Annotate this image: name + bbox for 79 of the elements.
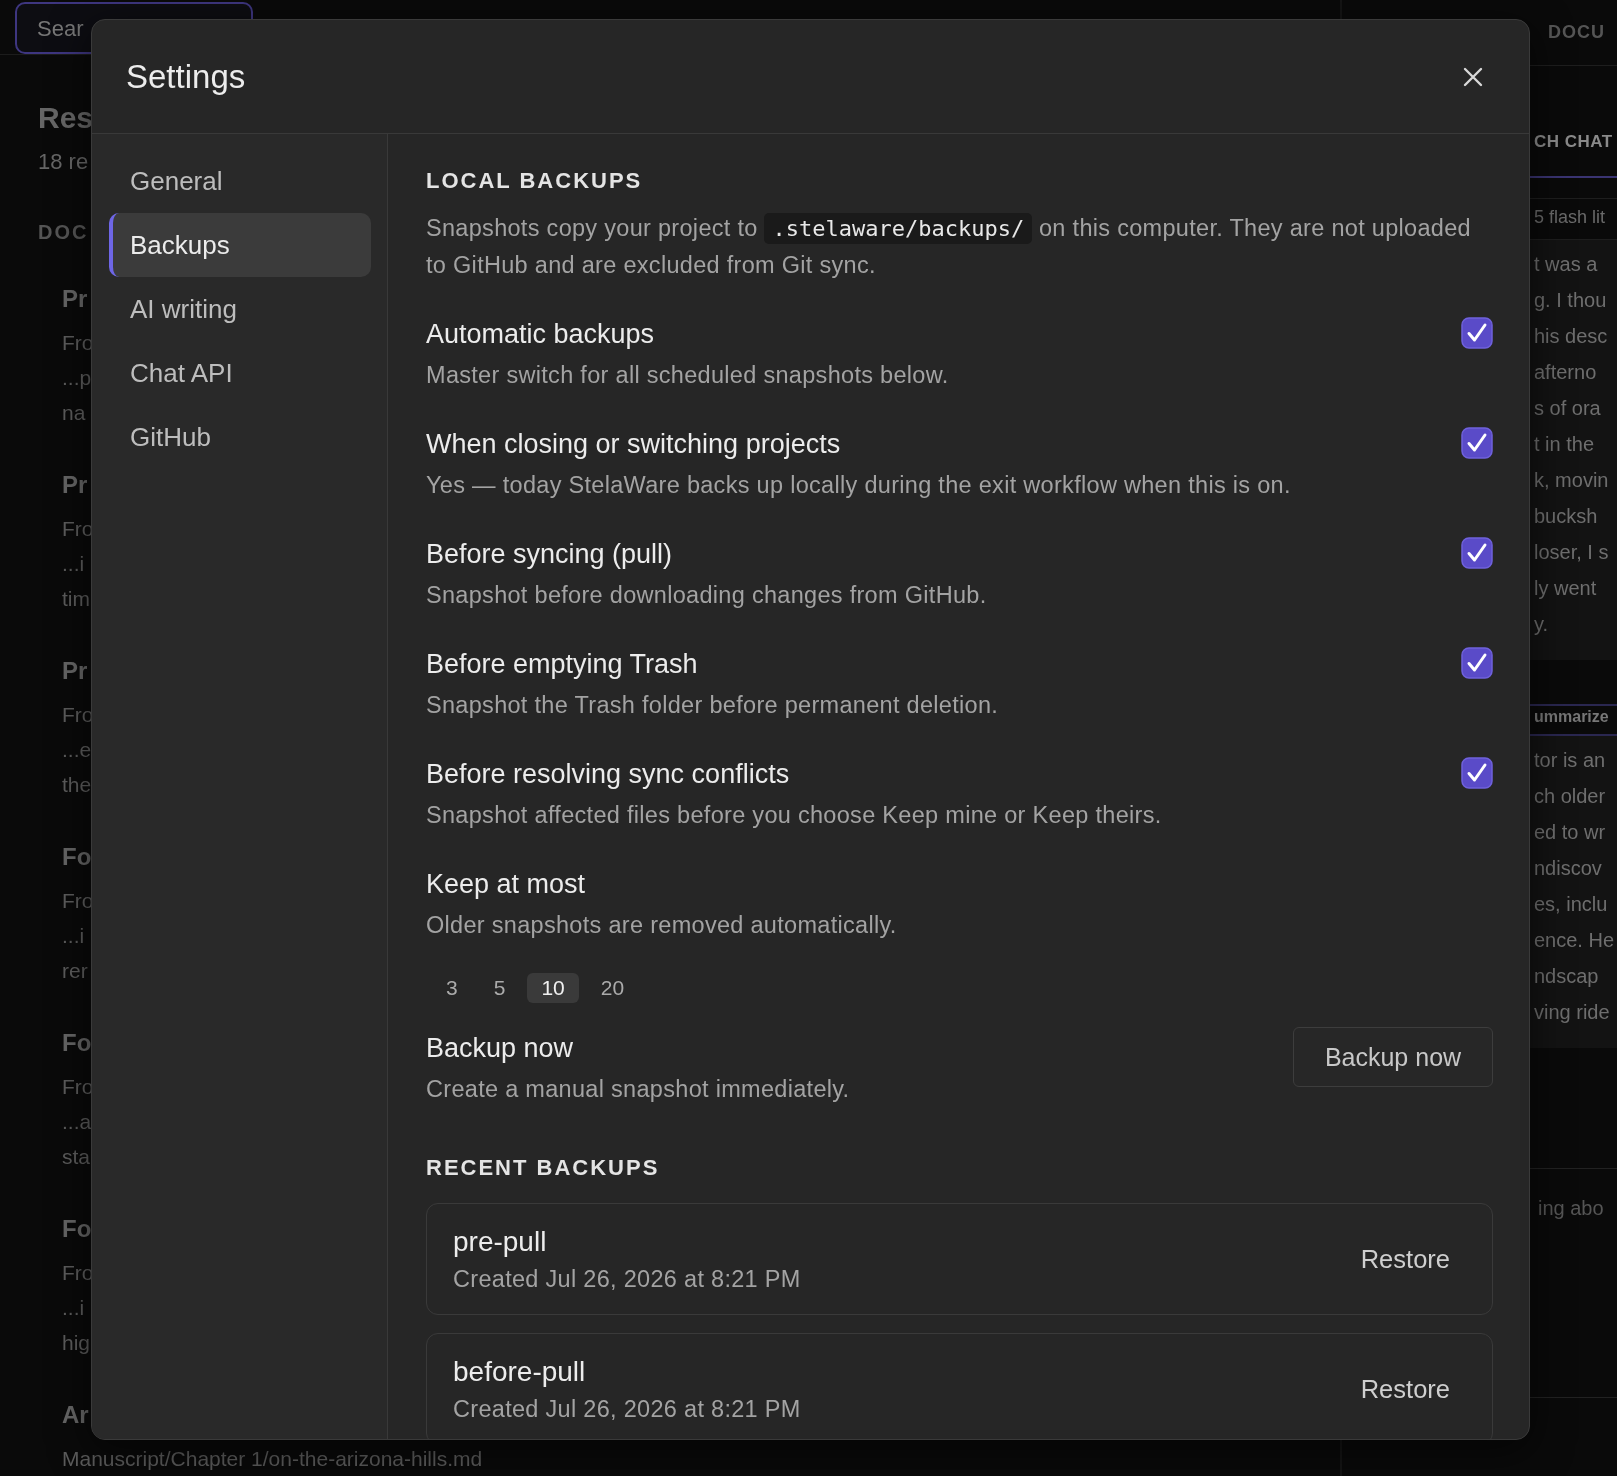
checkbox[interactable] <box>1461 757 1493 789</box>
message-line: g. I thou <box>1534 288 1608 313</box>
restore-button[interactable]: Restore <box>1358 1240 1452 1278</box>
message-line: ndscap <box>1534 964 1600 989</box>
result-snippet: rer <box>62 958 88 984</box>
message-line: his desc <box>1534 324 1609 349</box>
setting-description: Snapshot before downloading changes from GitHub. <box>426 581 987 610</box>
section-description: Snapshots copy your project to .stelaware/backups/ on this computer. They are not uploaded to GitHub and are excluded from Git sync. <box>426 212 1472 280</box>
result-snippet: ...i <box>62 551 85 577</box>
code-path: .stelaware/backups/ <box>764 213 1033 244</box>
setting-description: Snapshot the Trash folder before permanent deletion. <box>426 691 999 720</box>
restore-button[interactable]: Restore <box>1358 1370 1452 1408</box>
dialog-title: Settings <box>126 57 246 96</box>
section-heading: RECENT BACKUPS <box>426 1155 661 1181</box>
result-snippet: ...p <box>62 365 92 391</box>
result-snippet: ...a <box>62 1109 92 1135</box>
result-snippet: the <box>62 772 92 798</box>
message-line: tor is an <box>1534 748 1607 773</box>
setting-title: When closing or switching projects <box>426 428 842 461</box>
sidebar-item[interactable]: GitHub <box>109 405 371 469</box>
setting-title: Backup now <box>426 1032 575 1065</box>
message-line: ving ride <box>1534 1000 1611 1025</box>
result-snippet: sta <box>62 1144 90 1170</box>
result-snippet: ...i <box>62 1295 85 1321</box>
message-line: es, inclu <box>1534 892 1609 917</box>
count-option[interactable]: 5 <box>479 973 520 1003</box>
message-label: ummarize <box>1534 708 1609 725</box>
setting-description: Master switch for all scheduled snapshots below. <box>426 361 949 390</box>
setting-description: Yes — today StelaWare backs up locally during the exit workflow when this is on. <box>426 471 1291 500</box>
panel-heading: CH CHAT <box>1534 132 1613 151</box>
setting-title: Before resolving sync conflicts <box>426 758 791 791</box>
close-icon[interactable] <box>1463 66 1483 87</box>
backup-name: pre-pull <box>453 1225 548 1258</box>
sidebar-item[interactable]: Backups <box>109 213 371 277</box>
setting-description: Snapshot affected files before you choose Keep mine or Keep theirs. <box>426 801 1162 830</box>
count-option[interactable]: 10 <box>527 973 579 1003</box>
setting-description: Create a manual snapshot immediately. <box>426 1075 850 1104</box>
message-line: y. <box>1534 612 1550 637</box>
checkbox[interactable] <box>1461 647 1493 679</box>
setting-title: Before emptying Trash <box>426 648 699 681</box>
message-line: bucksh <box>1534 504 1599 529</box>
setting-description: Older snapshots are removed automatically. <box>426 911 897 940</box>
message-line: t was a <box>1534 252 1599 277</box>
count-option[interactable]: 20 <box>586 973 639 1003</box>
result-snippet: tim <box>62 586 90 612</box>
result-snippet: hig <box>62 1330 91 1356</box>
message-line: t in the <box>1534 432 1596 457</box>
message-line: afterno <box>1534 360 1598 385</box>
count-option[interactable]: 3 <box>432 973 472 1003</box>
sidebar-item[interactable]: General <box>109 149 371 213</box>
message-line: ch older <box>1534 784 1607 809</box>
message-line: k, movin <box>1534 468 1610 493</box>
result-snippet: na <box>62 400 86 426</box>
section-heading: LOCAL BACKUPS <box>426 168 644 194</box>
result-snippet: ...i <box>62 923 85 949</box>
message-line: s of ora <box>1534 396 1602 421</box>
message-line: ence. He <box>1534 928 1616 953</box>
message-line: loser, I s <box>1534 540 1610 565</box>
result-count: 18 re <box>38 149 89 176</box>
message-line: ndiscov <box>1534 856 1603 881</box>
setting-title: Keep at most <box>426 868 587 901</box>
result-snippet: Manuscript/Chapter 1/on-the-arizona-hills.md <box>62 1446 483 1472</box>
checkbox[interactable] <box>1461 427 1493 459</box>
sidebar-item[interactable]: AI writing <box>109 277 371 341</box>
checkbox[interactable] <box>1461 317 1493 349</box>
checkbox[interactable] <box>1461 537 1493 569</box>
result-snippet: ...e <box>62 737 92 763</box>
setting-title: Before syncing (pull) <box>426 538 674 571</box>
model-label: 5 flash lit <box>1534 207 1606 227</box>
setting-title: Automatic backups <box>426 318 656 351</box>
backup-now-button[interactable]: Backup now <box>1293 1027 1493 1087</box>
message-line: ed to wr <box>1534 820 1607 845</box>
section-label: DOC <box>38 221 89 244</box>
sidebar-item[interactable]: Chat API <box>109 341 371 405</box>
panel-title: Res <box>38 101 94 136</box>
backup-date: Created Jul 26, 2026 at 8:21 PM <box>453 1265 801 1293</box>
message-line: ly went <box>1534 576 1598 601</box>
backup-date: Created Jul 26, 2026 at 8:21 PM <box>453 1395 801 1423</box>
backup-name: before-pull <box>453 1355 587 1388</box>
